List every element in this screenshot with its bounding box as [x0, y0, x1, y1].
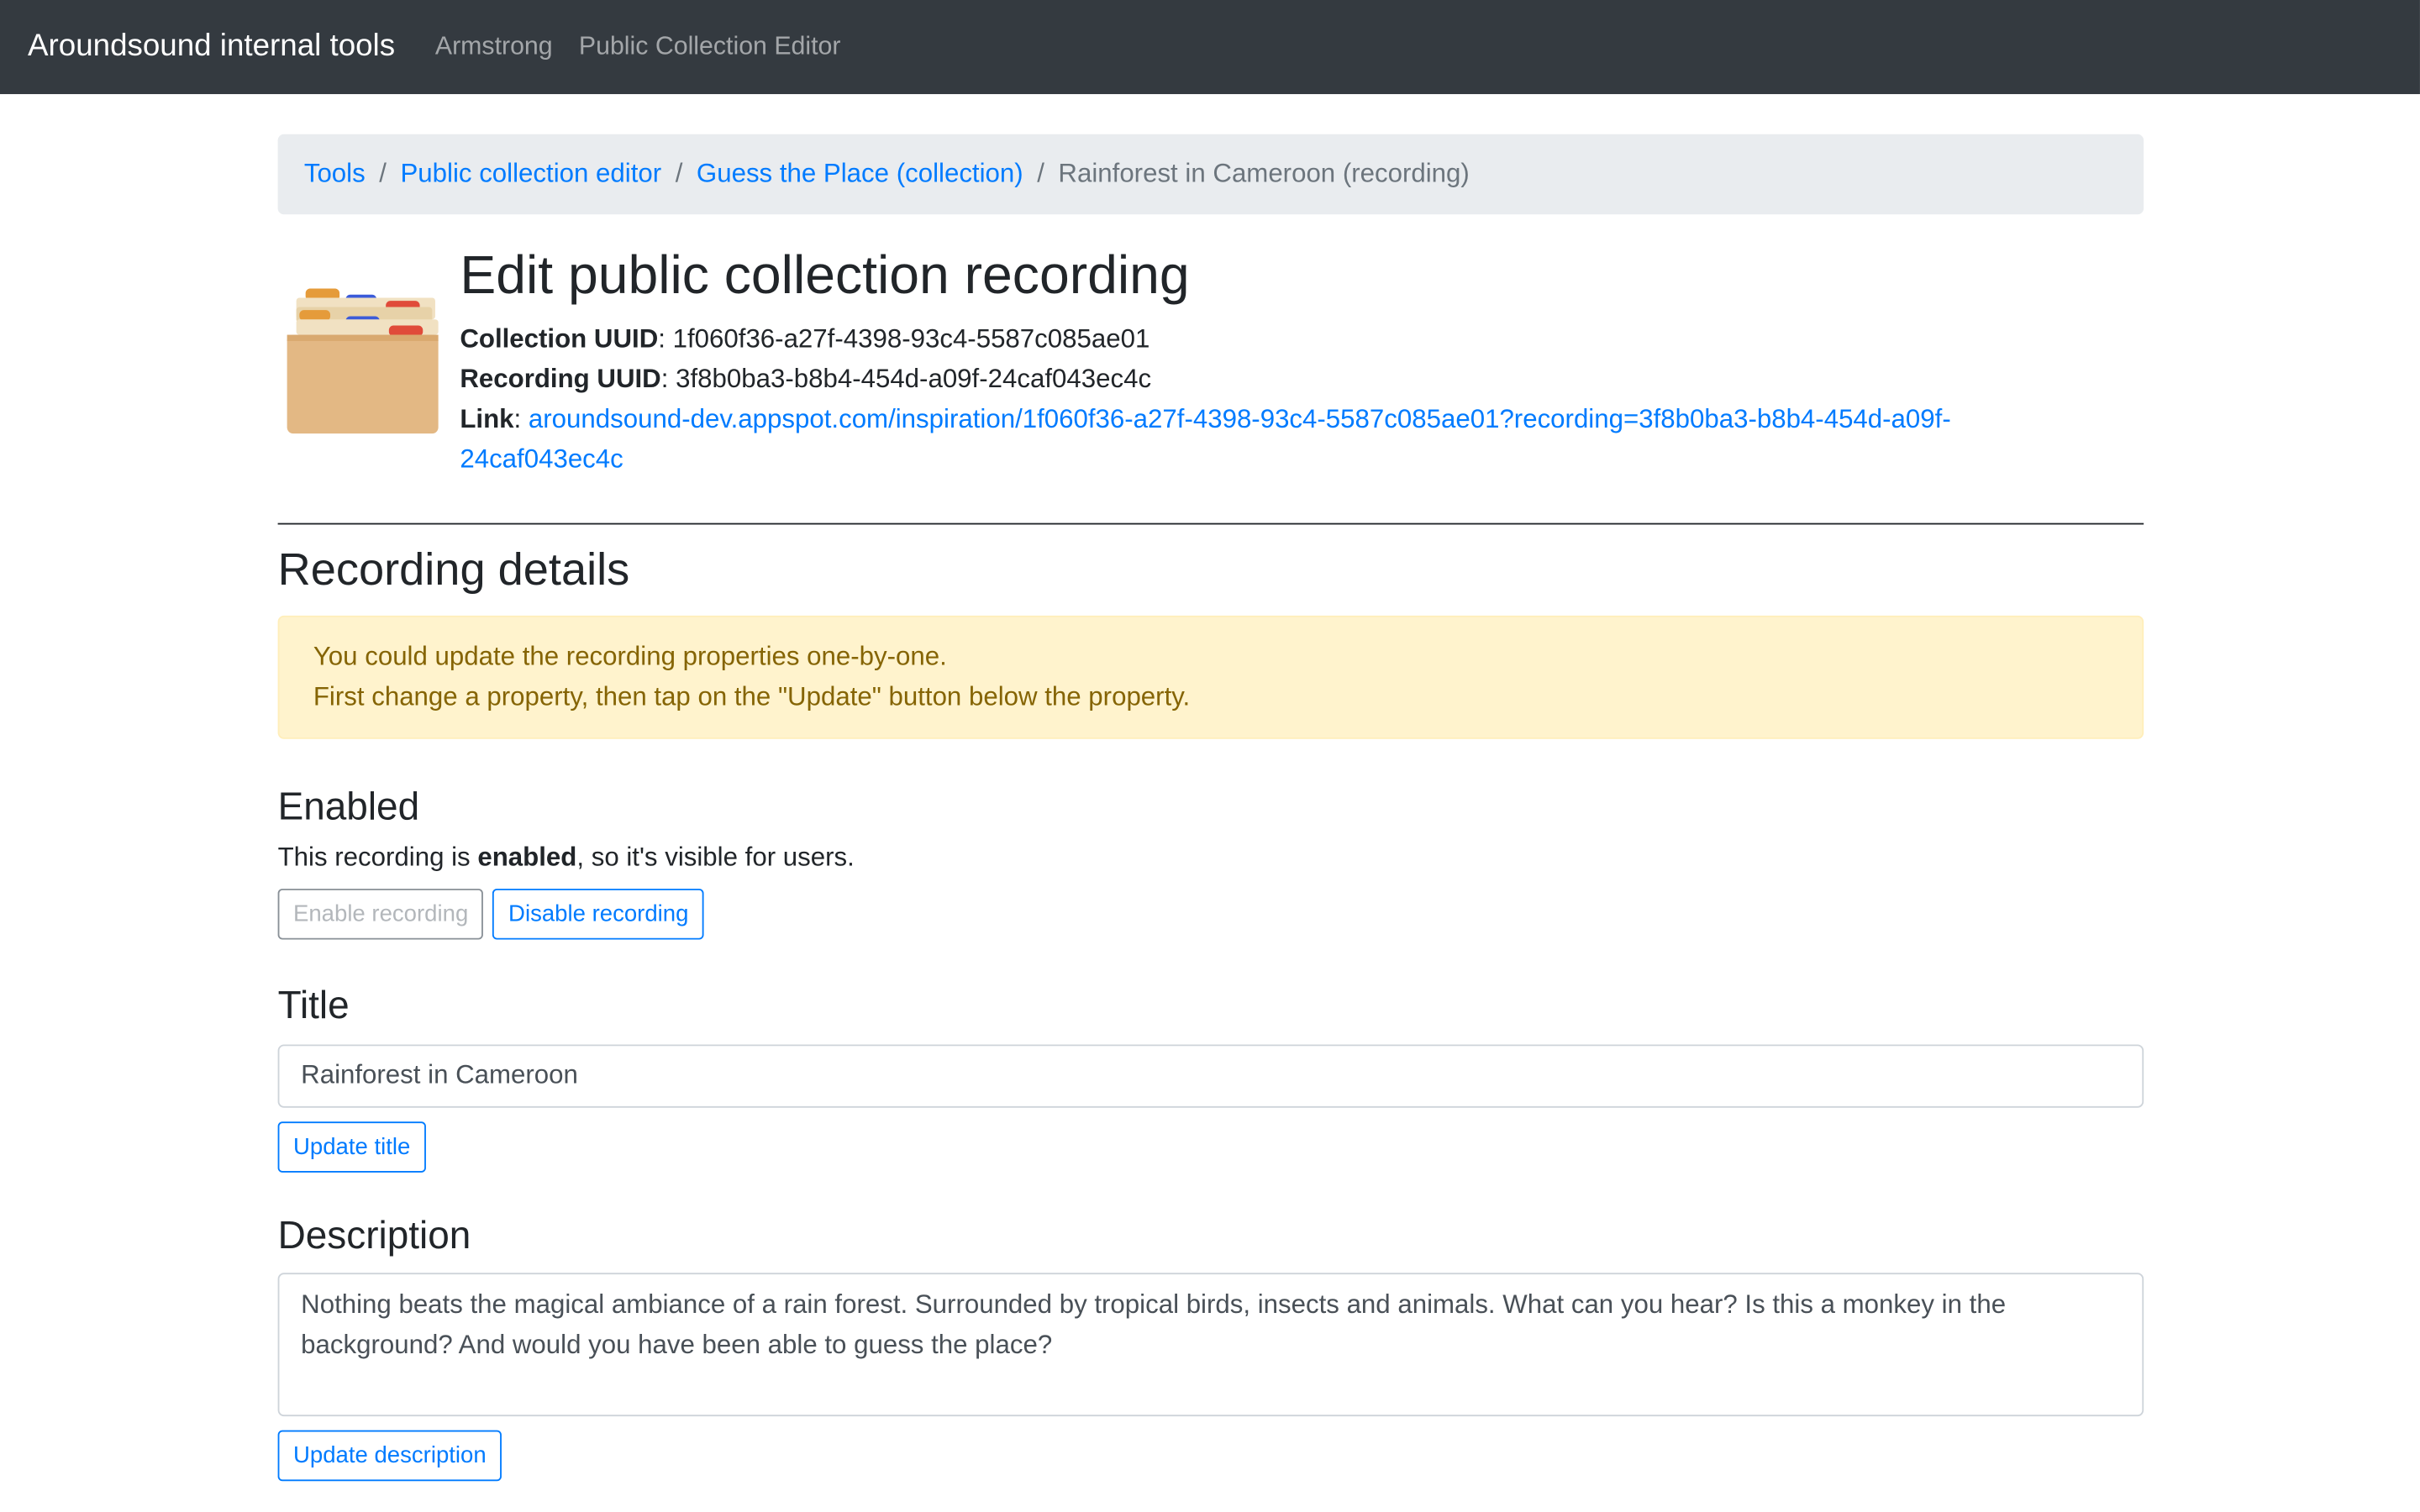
breadcrumb-item-tools[interactable]: Tools	[304, 159, 366, 190]
breadcrumb-item-public-collection-editor[interactable]: Public collection editor	[400, 159, 661, 190]
description-section: Description Nothing beats the magical am…	[277, 1212, 2144, 1481]
page-header: Edit public collection recording Collect…	[278, 245, 2144, 480]
title-heading: Title	[277, 984, 350, 1027]
collection-uuid-value: 1f060f36-a27f-4398-93c4-5587c085ae01	[672, 324, 1150, 354]
recording-link[interactable]: aroundsound-dev.appspot.com/inspiration/…	[460, 405, 1950, 475]
status-prefix: This recording is	[277, 842, 478, 872]
breadcrumb-separator: /	[1037, 159, 1044, 189]
info-alert: You could update the recording propertie…	[277, 615, 2144, 739]
nav-link-armstrong[interactable]: Armstrong	[435, 33, 553, 62]
breadcrumb-separator: /	[379, 159, 387, 189]
title-input[interactable]: Rainforest in Cameroon	[277, 1043, 2144, 1108]
section-divider	[277, 523, 2144, 525]
link-label: Link	[460, 404, 514, 434]
enabled-buttons: Enable recording Disable recording	[277, 888, 2144, 939]
page-title: Edit public collection recording	[460, 245, 1190, 306]
breadcrumb-item-active: Rainforest in Cameroon (recording)	[1058, 159, 1470, 189]
description-heading: Description	[277, 1213, 471, 1257]
nav-link-public-collection-editor[interactable]: Public Collection Editor	[579, 33, 841, 62]
navbar-brand[interactable]: Aroundsound internal tools	[28, 29, 395, 65]
recording-uuid-label: Recording UUID	[460, 364, 661, 394]
link-row: Link: aroundsound-dev.appspot.com/inspir…	[460, 404, 1951, 475]
page-root: Aroundsound internal tools Armstrong Pub…	[0, 0, 2420, 1512]
status-value: enabled	[477, 842, 577, 872]
title-section: Title Rainforest in Cameroon Update titl…	[277, 982, 2144, 1173]
breadcrumb: Tools / Public collection editor / Guess…	[277, 134, 2144, 215]
recording-uuid-value: 3f8b0ba3-b8b4-454d-a09f-24caf043ec4c	[676, 364, 1152, 394]
enabled-section: Enabled This recording is enabled, so it…	[277, 783, 2144, 939]
status-suffix: , so it's visible for users.	[576, 842, 855, 872]
recording-uuid-row: Recording UUID: 3f8b0ba3-b8b4-454d-a09f-…	[460, 364, 1152, 394]
top-navbar: Aroundsound internal tools Armstrong Pub…	[0, 0, 2420, 95]
collection-uuid-row: Collection UUID: 1f060f36-a27f-4398-93c4…	[460, 324, 1150, 354]
enabled-heading: Enabled	[277, 785, 420, 828]
description-textarea[interactable]: Nothing beats the magical ambiance of a …	[277, 1272, 2144, 1416]
collection-uuid-label: Collection UUID	[460, 324, 659, 354]
breadcrumb-separator: /	[675, 159, 683, 189]
update-description-button[interactable]: Update description	[277, 1429, 502, 1481]
breadcrumb-item-collection[interactable]: Guess the Place (collection)	[697, 159, 1023, 190]
update-title-button[interactable]: Update title	[277, 1121, 426, 1173]
card-file-box-icon	[278, 245, 460, 480]
main-content: Tools / Public collection editor / Guess…	[277, 134, 2144, 1481]
recording-link-line2: 24caf043ec4c	[460, 444, 623, 475]
enabled-status-text: This recording is enabled, so it's visib…	[278, 842, 2144, 873]
recording-details-heading: Recording details	[277, 544, 630, 596]
enable-recording-button[interactable]: Enable recording	[277, 888, 484, 939]
header-info: Edit public collection recording Collect…	[460, 245, 2144, 480]
alert-line-1: You could update the recording propertie…	[313, 641, 947, 671]
alert-line-2: First change a property, then tap on the…	[313, 681, 1191, 711]
recording-link-line1: aroundsound-dev.appspot.com/inspiration/…	[528, 404, 1951, 434]
disable-recording-button[interactable]: Disable recording	[492, 888, 704, 939]
